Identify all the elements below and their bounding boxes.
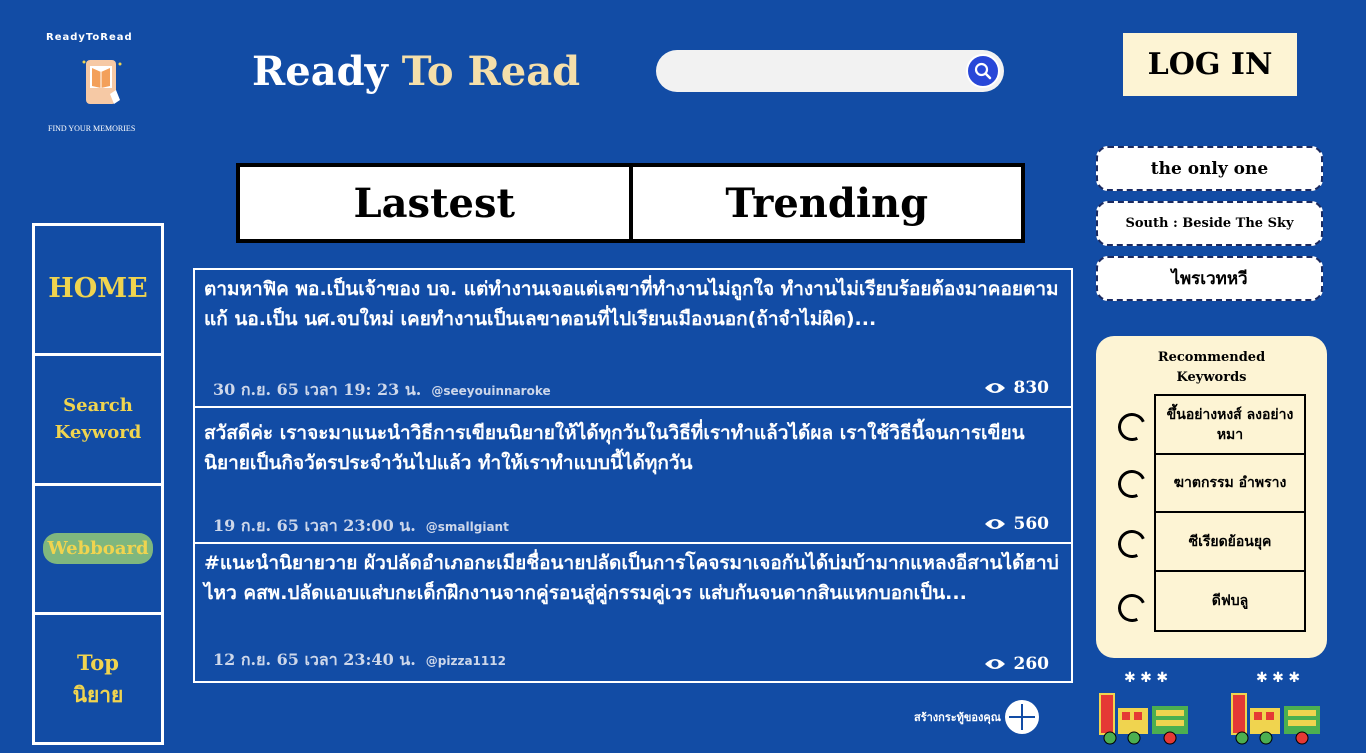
post-item[interactable]: สวัสดีค่ะ เราจะมาแนะนำวิธีการเขียนนิยายใ…	[195, 408, 1071, 544]
post-text: สวัสดีค่ะ เราจะมาแนะนำวิธีการเขียนนิยายใ…	[204, 422, 1025, 474]
post-views: 260	[984, 654, 1050, 674]
plus-icon	[1004, 700, 1039, 734]
post-item[interactable]: ตามหาฟิค พอ.เป็นเจ้าของ บจ. แต่ทำงานเจอแ…	[195, 270, 1071, 408]
tab-trending[interactable]: Trending	[628, 167, 1022, 239]
post-meta: 19 ก.ย. 65 เวลา 23:00 น. @smallgiant	[213, 514, 509, 539]
keyword-radio[interactable]	[1114, 590, 1150, 626]
post-views: 560	[984, 514, 1050, 534]
sidebar-item-search-keyword[interactable]: Search Keyword	[35, 352, 161, 483]
book-phone-icon	[82, 60, 122, 104]
view-count: 830	[1013, 378, 1050, 398]
recommended-title: Recommended Keywords	[1157, 350, 1266, 385]
train-icon: ✱ ✱ ✱	[1231, 670, 1320, 745]
logo-tagline: FIND YOUR MEMORIES	[48, 124, 136, 133]
post-user[interactable]: @pizza1112	[426, 654, 506, 668]
site-title: Ready To Read	[252, 48, 580, 95]
post-text: ตามหาฟิค พอ.เป็นเจ้าของ บจ. แต่ทำงานเจอแ…	[204, 278, 1059, 330]
keyword-radio[interactable]	[1114, 409, 1150, 445]
quick-link[interactable]: the only one	[1096, 146, 1323, 191]
logo-text: ReadyToRead	[46, 32, 133, 43]
keyword-list: ขึ้นอย่างหงส์ ลงอย่างหมา ฆาตกรรม อำพราง …	[1154, 394, 1306, 632]
sidebar-item-webboard[interactable]: Webboard	[35, 482, 161, 613]
train-icon: ✱ ✱ ✱	[1099, 670, 1188, 745]
keyword-item[interactable]: ขึ้นอย่างหงส์ ลงอย่างหมา	[1156, 396, 1304, 455]
eye-icon	[984, 519, 1005, 529]
post-tabs: Lastest Trending	[236, 163, 1025, 243]
post-item[interactable]: #แนะนำนิยายวาย ผัวปลัดอำเภอกะเมียชื่อนาย…	[195, 544, 1071, 681]
search-icon	[974, 62, 992, 80]
post-date: 30 ก.ย. 65 เวลา 19: 23 น.	[213, 380, 422, 399]
sidebar-item-home[interactable]: HOME	[35, 226, 161, 353]
recommended-keywords-panel: Recommended Keywords ขึ้นอย่างหงส์ ลงอย่…	[1096, 336, 1327, 658]
search-button[interactable]	[966, 54, 1000, 88]
eye-icon	[984, 659, 1005, 669]
create-post-button[interactable]: สร้างกระทู้ของคุณ	[914, 700, 1039, 734]
create-post-label: สร้างกระทู้ของคุณ	[914, 711, 1001, 724]
post-list: ตามหาฟิค พอ.เป็นเจ้าของ บจ. แต่ทำงานเจอแ…	[193, 268, 1073, 683]
quick-link[interactable]: ไพรเวทหวี	[1096, 256, 1323, 301]
post-meta: 30 ก.ย. 65 เวลา 19: 23 น. @seeyouinnaroke	[213, 378, 551, 403]
search-bar[interactable]	[656, 50, 1004, 92]
view-count: 260	[1013, 654, 1050, 674]
view-count: 560	[1013, 514, 1050, 534]
quick-link[interactable]: South : Beside The Sky	[1096, 201, 1323, 246]
post-date: 19 ก.ย. 65 เวลา 23:00 น.	[213, 516, 416, 535]
sidebar-nav: HOME Search Keyword Webboard Top นิยาย	[32, 223, 164, 745]
login-button[interactable]: LOG IN	[1123, 33, 1297, 96]
post-text: #แนะนำนิยายวาย ผัวปลัดอำเภอกะเมียชื่อนาย…	[204, 552, 1059, 604]
site-title-main: Ready	[252, 48, 402, 95]
sidebar-item-label: Search Keyword	[54, 395, 142, 444]
post-views: 830	[984, 378, 1050, 398]
sidebar-item-top-novels[interactable]: Top นิยาย	[35, 612, 161, 742]
keyword-radio[interactable]	[1114, 526, 1150, 562]
sidebar-item-label: Top นิยาย	[72, 650, 124, 707]
eye-icon	[984, 383, 1005, 393]
tab-lastest[interactable]: Lastest	[240, 167, 629, 239]
keyword-item[interactable]: ดีฟบลู	[1156, 572, 1304, 630]
site-title-accent: To Read	[401, 48, 581, 95]
sidebar-item-label: Webboard	[43, 533, 153, 565]
keyword-item[interactable]: ฆาตกรรม อำพราง	[1156, 455, 1304, 513]
svg-text:✱ ✱ ✱: ✱ ✱ ✱	[1124, 670, 1168, 686]
post-user[interactable]: @smallgiant	[426, 520, 509, 534]
svg-text:✱ ✱ ✱: ✱ ✱ ✱	[1256, 670, 1300, 686]
post-meta: 12 ก.ย. 65 เวลา 23:40 น. @pizza1112	[213, 648, 506, 673]
keyword-radio[interactable]	[1114, 466, 1150, 502]
post-date: 12 ก.ย. 65 เวลา 23:40 น.	[213, 650, 416, 669]
site-logo[interactable]: ReadyToRead FIND YOUR MEMORIES	[40, 28, 160, 138]
post-user[interactable]: @seeyouinnaroke	[431, 384, 550, 398]
keyword-item[interactable]: ซีเรียดย้อนยุค	[1156, 513, 1304, 572]
